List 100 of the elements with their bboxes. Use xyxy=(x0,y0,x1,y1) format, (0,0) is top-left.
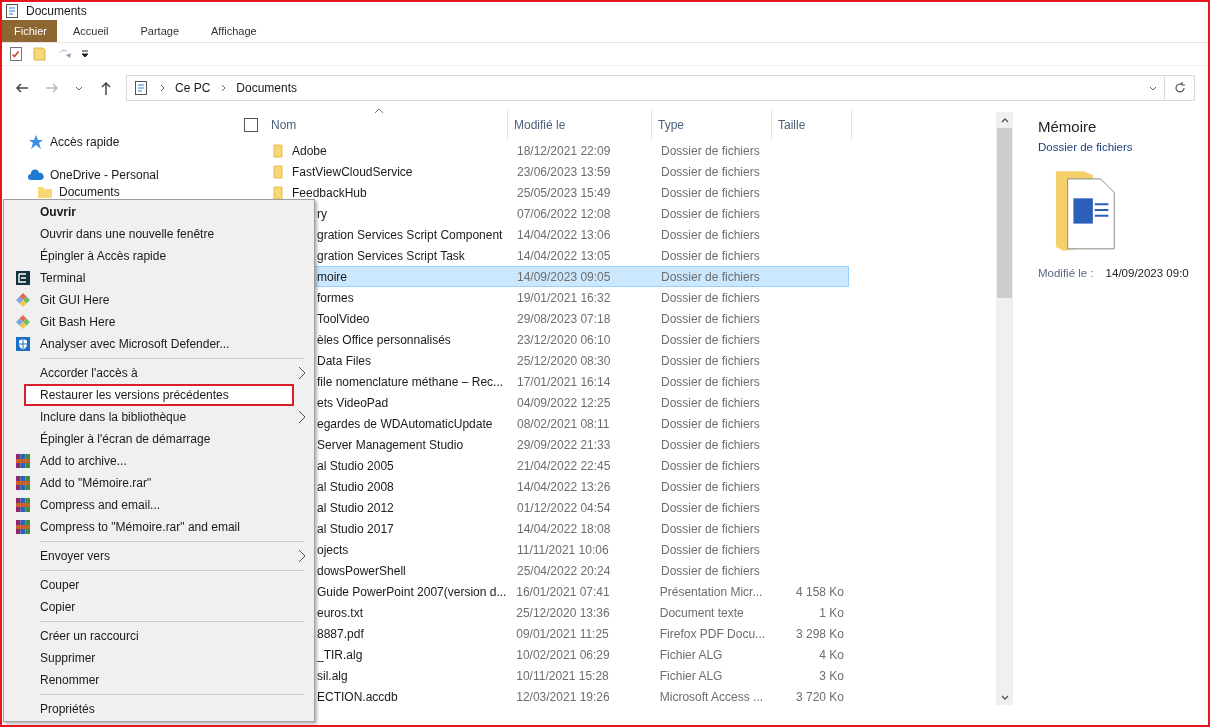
file-row[interactable]: FeedbackHub 25/05/2023 15:49 Dossier de fichiers xyxy=(265,182,849,203)
dropdown-icon[interactable] xyxy=(80,49,90,59)
scroll-thumb[interactable] xyxy=(997,128,1012,298)
date-cell-text: 07/06/2022 12:08 xyxy=(516,206,612,221)
menu-item[interactable]: Renommer xyxy=(6,669,312,691)
date-cell-text: 23/12/2020 06:10 xyxy=(516,332,612,347)
ribbon-tab[interactable]: Affichage xyxy=(195,20,273,42)
menu-item[interactable]: Analyser avec Microsoft Defender... xyxy=(6,333,312,355)
menu-item[interactable]: Propriétés xyxy=(6,698,312,720)
properties-icon[interactable] xyxy=(8,46,24,62)
books-icon xyxy=(15,453,31,469)
file-name: dowsPowerShell xyxy=(317,563,406,578)
file-name: ToolVideo xyxy=(317,311,370,326)
date-cell-text: 14/04/2022 13:05 xyxy=(516,248,612,263)
menu-item[interactable]: Envoyer vers xyxy=(6,545,312,567)
type-cell-text: Fichier ALG xyxy=(658,668,724,683)
size-cell-text: 4 Ko xyxy=(818,647,845,662)
type-cell-text: Dossier de fichiers xyxy=(660,542,761,557)
breadcrumb[interactable]: Documents xyxy=(236,81,298,95)
size-cell-text: 4 158 Ko xyxy=(794,584,845,599)
date-cell-text: 14/04/2022 13:06 xyxy=(516,227,612,242)
column-header[interactable]: Nom xyxy=(265,110,508,140)
breadcrumb[interactable]: Ce PC xyxy=(175,81,211,95)
menu-item[interactable]: Ouvrir dans une nouvelle fenêtre xyxy=(6,223,312,245)
column-header[interactable]: Taille xyxy=(772,110,852,140)
star-icon xyxy=(28,134,44,150)
type-cell-text: Dossier de fichiers xyxy=(660,563,761,578)
file-row[interactable]: FastViewCloudService 23/06/2023 13:59 Dossier de fichiers xyxy=(265,161,849,182)
ribbon-tab[interactable]: Accueil xyxy=(57,20,125,42)
type-cell-text: Dossier de fichiers xyxy=(660,311,761,326)
date-cell-text: 17/01/2021 16:14 xyxy=(516,374,612,389)
select-all-checkbox[interactable] xyxy=(244,118,258,132)
file-name: ojects xyxy=(317,542,349,557)
books-icon xyxy=(15,475,31,491)
size-cell-text: 3 720 Ko xyxy=(794,689,845,704)
menu-item[interactable]: Accorder l'accès à xyxy=(6,362,312,384)
type-cell-text: Dossier de fichiers xyxy=(660,416,761,431)
column-header[interactable]: Type xyxy=(652,110,772,140)
menu-item[interactable]: Inclure dans la bibliothèque xyxy=(6,406,312,428)
menu-item[interactable]: Copier xyxy=(6,596,312,618)
type-cell-text: Fichier ALG xyxy=(658,647,724,662)
ribbon-tab[interactable]: Partage xyxy=(124,20,195,42)
type-cell-text: Dossier de fichiers xyxy=(660,290,761,305)
date-cell-text: 21/04/2022 22:45 xyxy=(516,458,612,473)
date-cell-text: 29/09/2022 21:33 xyxy=(516,437,612,452)
menu-item[interactable]: Ouvrir xyxy=(6,201,312,223)
column-header[interactable]: Modifié le xyxy=(508,110,652,140)
menu-item[interactable]: Compress and email... xyxy=(6,494,312,516)
menu-item[interactable]: Couper xyxy=(6,574,312,596)
menu-item[interactable]: Git Bash Here xyxy=(6,311,312,333)
modified-value: 14/09/2023 09:0 xyxy=(1105,267,1189,279)
sort-caret-icon[interactable] xyxy=(374,108,384,114)
file-name: ets VideoPad xyxy=(317,395,389,410)
file-name: èles Office personnalisés xyxy=(317,332,451,347)
address-bar[interactable]: Ce PC Documents xyxy=(126,75,1165,101)
modified-label: Modifié le : xyxy=(1038,267,1094,279)
refresh-icon xyxy=(1172,81,1187,95)
file-name: al Studio 2008 xyxy=(317,479,394,494)
menu-item[interactable]: Créer un raccourci xyxy=(6,625,312,647)
type-cell-text: Présentation Micr... xyxy=(658,584,764,599)
cloud-icon xyxy=(28,167,44,183)
menu-item[interactable]: Restaurer les versions précédentes xyxy=(24,384,294,406)
details-subtitle: Dossier de fichiers xyxy=(1038,141,1134,153)
type-cell-text: Dossier de fichiers xyxy=(660,374,761,389)
refresh-button[interactable] xyxy=(1165,75,1195,101)
type-cell-text: Microsoft Access ... xyxy=(658,689,765,704)
file-name: ECTION.accdb xyxy=(317,689,398,704)
date-cell-text: 25/12/2020 08:30 xyxy=(516,353,612,368)
date-cell-text: 25/05/2023 15:49 xyxy=(516,185,612,200)
file-name: al Studio 2012 xyxy=(317,500,394,515)
file-tab[interactable]: Fichier xyxy=(2,20,57,42)
menu-item[interactable]: Compress to "Mémoire.rar" and email xyxy=(6,516,312,538)
scrollbar[interactable] xyxy=(996,112,1013,705)
type-cell-text: Dossier de fichiers xyxy=(660,353,761,368)
menu-item[interactable]: Add to "Mémoire.rar" xyxy=(6,472,312,494)
details-title: Mémoire xyxy=(1038,118,1098,135)
date-cell-text: 10/02/2021 06:29 xyxy=(515,647,611,662)
file-row[interactable]: Adobe 18/12/2021 22:09 Dossier de fichiers xyxy=(265,140,849,161)
sidebar-item[interactable]: OneDrive - Personal xyxy=(2,164,237,186)
type-cell-text: Dossier de fichiers xyxy=(660,185,761,200)
file-name: 8887.pdf xyxy=(317,626,364,641)
menu-item[interactable]: Épingler à l'écran de démarrage xyxy=(6,428,312,450)
terminal-icon xyxy=(15,270,31,286)
menu-item[interactable]: Add to archive... xyxy=(6,450,312,472)
window-title: Documents xyxy=(26,4,87,18)
menu-item[interactable]: Supprimer xyxy=(6,647,312,669)
date-cell-text: 12/03/2021 19:26 xyxy=(515,689,611,704)
type-cell-text: Dossier de fichiers xyxy=(660,437,761,452)
sidebar-item[interactable]: Documents xyxy=(2,183,237,201)
date-cell-text: 16/01/2021 07:41 xyxy=(515,584,611,599)
file-name: Adobe xyxy=(292,143,327,158)
menu-item[interactable]: Épingler à Accès rapide xyxy=(6,245,312,267)
menu-item[interactable]: Git GUI Here xyxy=(6,289,312,311)
type-cell-text: Dossier de fichiers xyxy=(660,248,761,263)
document-icon xyxy=(133,80,149,96)
file-name: _TIR.alg xyxy=(317,647,363,662)
type-cell-text: Dossier de fichiers xyxy=(660,332,761,347)
sidebar-item[interactable]: Accès rapide xyxy=(2,131,237,153)
file-name: euros.txt xyxy=(317,605,364,620)
size-cell-text: 3 Ko xyxy=(818,668,845,683)
